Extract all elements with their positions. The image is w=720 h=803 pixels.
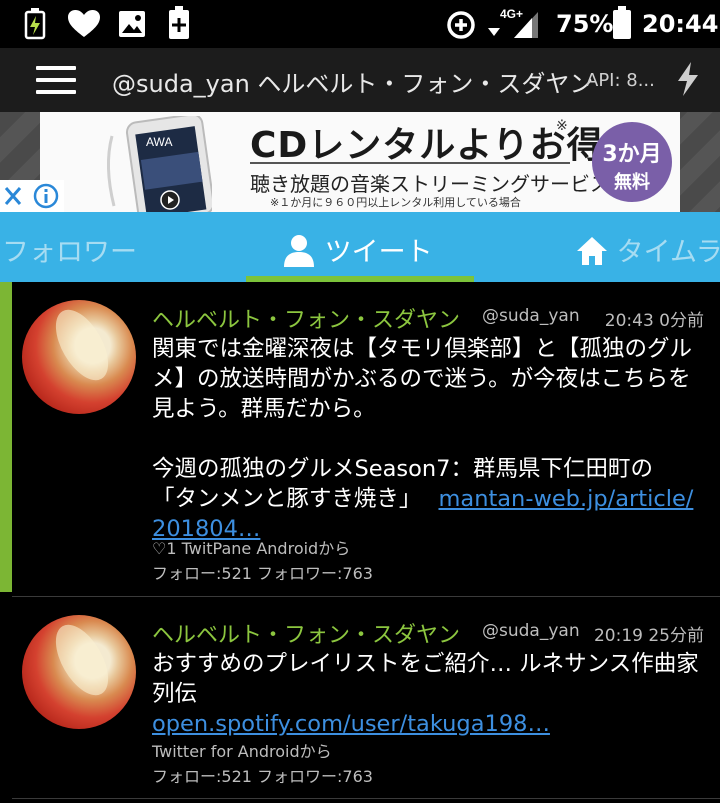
tweet-item[interactable]: ヘルベルト・フォン・スダヤン @suda_yan 20:19 25分前 おすすめ… — [0, 597, 720, 803]
follow-counts: フォロー:521 フォロワー:763 — [152, 564, 373, 583]
ad-asterisk: ※ — [556, 118, 568, 134]
heart-icon — [68, 10, 100, 42]
lightning-icon[interactable] — [676, 62, 700, 100]
menu-icon[interactable] — [36, 66, 76, 94]
tweet-link[interactable]: mantan-web.jp/article/ — [438, 486, 693, 512]
tweet-source: Twitter for Androidから — [152, 742, 332, 761]
ad-close-icon — [4, 187, 22, 205]
avatar[interactable] — [22, 300, 136, 414]
tab-bar: フォロワー ツイート タイムラ — [0, 212, 720, 282]
image-icon — [118, 10, 146, 42]
tweet-author-name: ヘルベルト・フォン・スダヤン — [152, 308, 461, 333]
tweet-item[interactable]: ヘルベルト・フォン・スダヤン @suda_yan 20:43 0分前 関東では金… — [0, 282, 720, 596]
tweet-divider — [12, 798, 720, 799]
tweet-text-line: メ】の放送時間がかぶるので迷う。が今夜はこちらを — [152, 366, 691, 392]
add-device-icon — [168, 6, 190, 44]
tweet-text-line: おすすめのプレイリストをご紹介… ルネサンス作曲家 — [152, 651, 699, 677]
tweet-text-line: 見よう。群馬だから。 — [152, 396, 376, 422]
tweet-link[interactable]: open.spotify.com/user/takuga198… — [152, 709, 708, 739]
tab-tweets[interactable]: ツイート — [282, 230, 433, 269]
home-icon — [577, 237, 607, 265]
app-toolbar: @suda_yan ヘルベルト・フォン・スダヤン API: 8... — [0, 48, 720, 112]
signal-4g-icon: 4G+ — [484, 6, 544, 44]
tweet-source: ♡1 TwitPane Androidから — [152, 539, 351, 558]
tweet-text: おすすめのプレイリストをご紹介… ルネサンス作曲家 列伝 open.spotif… — [152, 649, 708, 739]
tweet-text-line: 今週の孤独のグルメSeason7：群馬県下仁田町の — [152, 456, 653, 482]
ad-badge-line2: 無料 — [614, 172, 650, 193]
tab-timeline-label: タイムラ — [616, 237, 720, 268]
api-indicator: API: 8... — [586, 70, 655, 91]
battery-percent: 75% — [556, 10, 614, 38]
follow-counts: フォロー:521 フォロワー:763 — [152, 767, 373, 786]
tweet-timestamp: 20:43 0分前 — [604, 311, 704, 331]
ad-content[interactable]: AWA CDレンタルよりお得 ※ 聴き放題の音楽ストリーミングサービス ※１か月… — [40, 112, 680, 212]
tweet-text-line: 「タンメンと豚すき焼き」 — [152, 486, 422, 512]
tweet-author-handle: @suda_yan — [482, 306, 580, 326]
ad-divider — [250, 162, 570, 164]
battery-icon — [612, 6, 632, 44]
tab-tweets-label: ツイート — [324, 237, 433, 268]
tweet-text-line: 列伝 — [152, 681, 198, 707]
phone-brand-text: AWA — [146, 135, 172, 149]
ad-note: ※１か月に９６０円以上レンタル利用している場合 — [270, 196, 521, 209]
svg-text:4G+: 4G+ — [500, 7, 523, 21]
tweet-author-name: ヘルベルト・フォン・スダヤン — [152, 623, 461, 648]
data-saver-icon — [446, 10, 476, 44]
ad-badge-line1: 3か月 — [602, 142, 662, 167]
tweet-text: 関東では金曜深夜は【タモリ倶楽部】と【孤独のグル メ】の放送時間がかぶるので迷う… — [152, 334, 708, 544]
tweet-timestamp: 20:19 25分前 — [593, 626, 704, 646]
ad-banner[interactable]: AWA CDレンタルよりお得 ※ 聴き放題の音楽ストリーミングサービス ※１か月… — [0, 112, 720, 212]
battery-charging-icon — [24, 8, 46, 44]
tab-followers[interactable]: フォロワー — [2, 230, 137, 269]
tweet-text-line: 関東では金曜深夜は【タモリ倶楽部】と【孤独のグル — [152, 336, 693, 362]
ad-choices[interactable] — [0, 180, 64, 212]
phone-illustration: AWA — [106, 116, 212, 212]
ad-subtitle: 聴き放題の音楽ストリーミングサービス — [250, 172, 610, 196]
status-bar: 4G+ 75% 20:44 — [0, 0, 720, 48]
person-icon — [284, 235, 314, 267]
avatar[interactable] — [22, 615, 136, 729]
tweet-author-handle: @suda_yan — [482, 621, 580, 641]
ad-badge: 3か月 無料 — [592, 122, 672, 202]
account-title: @suda_yan ヘルベルト・フォン・スダヤン — [112, 70, 594, 98]
ad-headline: CDレンタルよりお得 — [250, 125, 604, 166]
tab-timeline[interactable]: タイムラ — [576, 230, 720, 269]
clock: 20:44 — [642, 10, 719, 38]
